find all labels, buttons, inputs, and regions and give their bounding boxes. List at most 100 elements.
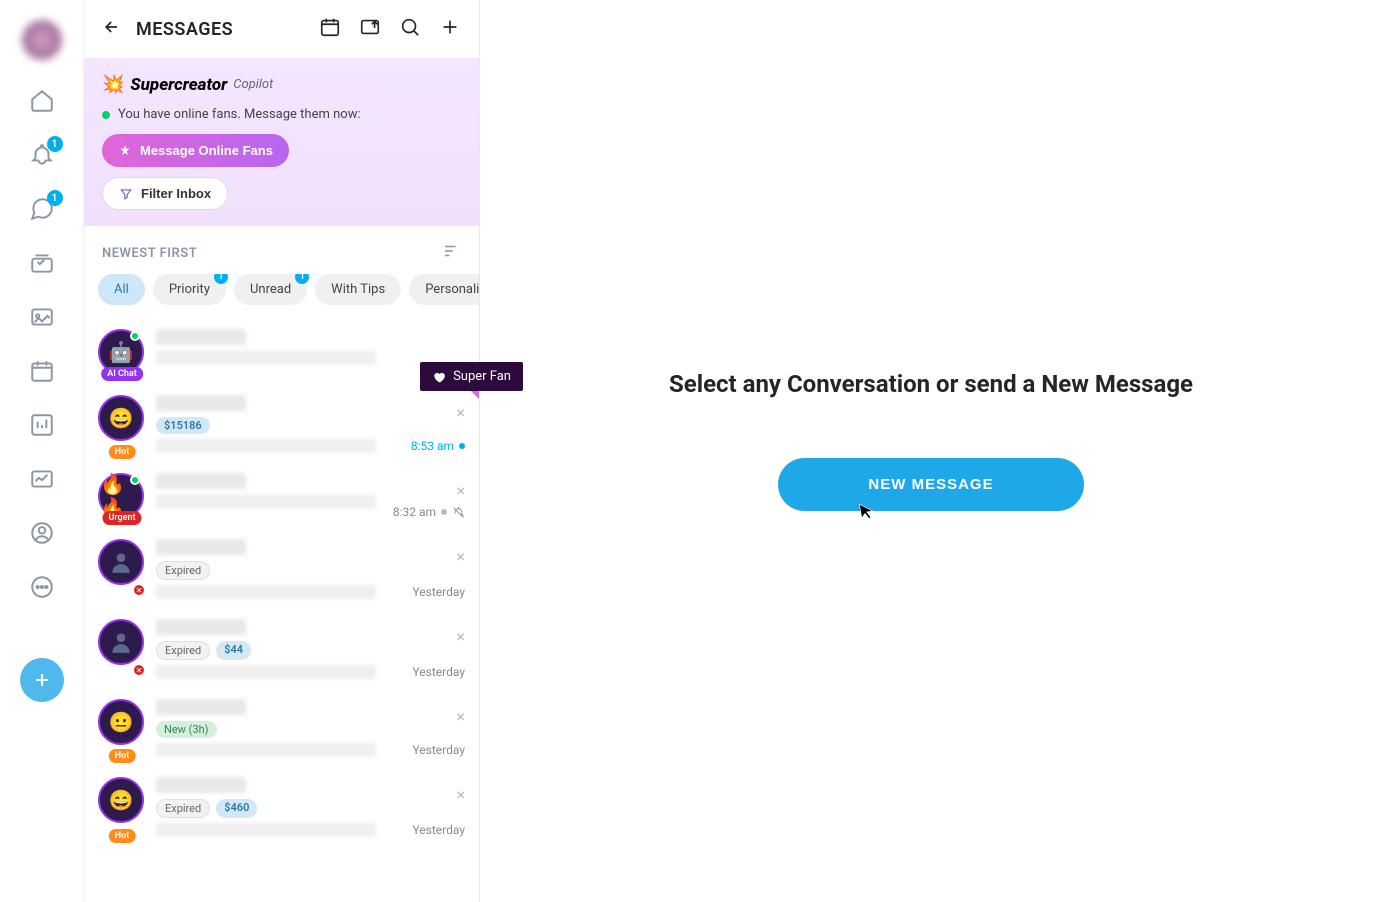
notif-badge: 1 xyxy=(47,136,63,152)
close-icon[interactable]: × xyxy=(456,403,465,422)
avatar-tag: Urgent xyxy=(102,511,141,525)
sort-icon[interactable] xyxy=(441,242,461,264)
conversation-item[interactable]: 😄Hot Expired $460 × Yesterday xyxy=(84,767,479,847)
new-tag: New (3h) xyxy=(156,721,217,738)
convo-time: Yesterday xyxy=(412,823,465,837)
sort-label: NEWEST FIRST xyxy=(102,246,197,261)
convo-time: Yesterday xyxy=(412,665,465,679)
convo-preview-redacted xyxy=(156,585,376,599)
convo-preview-redacted xyxy=(156,823,376,837)
calendar-schedule-icon[interactable] xyxy=(319,16,341,42)
spark-icon: 💥 xyxy=(102,74,124,95)
convo-name-redacted xyxy=(156,619,246,635)
status-tag: Expired xyxy=(156,799,210,818)
account-icon[interactable] xyxy=(29,520,55,546)
profile-avatar[interactable] xyxy=(22,20,62,60)
convo-time: 8:53 am xyxy=(411,439,465,453)
filter-chip[interactable]: Personali xyxy=(409,274,479,305)
avatar-x-icon: ✕ xyxy=(132,663,146,677)
unread-dot-icon xyxy=(459,443,465,449)
back-arrow-icon[interactable] xyxy=(102,17,122,41)
avatar-tag: Hot xyxy=(109,445,136,459)
convo-preview-redacted xyxy=(156,495,376,509)
left-nav-rail: 1 1 xyxy=(0,0,84,902)
close-icon[interactable]: × xyxy=(456,481,465,500)
filter-chips: All Priority1 Unread1 With Tips Personali xyxy=(84,274,479,319)
messages-header: MESSAGES xyxy=(84,0,479,58)
collections-icon[interactable] xyxy=(29,250,55,276)
avatar: 🔥🔥Urgent xyxy=(98,473,146,519)
online-dot-icon xyxy=(102,111,110,119)
home-icon[interactable] xyxy=(29,88,55,114)
chip-badge: 1 xyxy=(295,274,309,284)
dot-icon xyxy=(441,509,447,515)
avatar: 😐Hot xyxy=(98,699,146,757)
conversation-item[interactable]: ✕ Expired $44 × Yesterday xyxy=(84,609,479,689)
vault-icon[interactable] xyxy=(29,304,55,330)
close-icon[interactable]: × xyxy=(456,707,465,726)
copilot-brand: Supercreator xyxy=(130,75,227,95)
convo-preview-redacted xyxy=(156,439,376,453)
chip-badge: 1 xyxy=(214,274,228,284)
analytics-icon[interactable] xyxy=(29,466,55,492)
convo-time: Yesterday xyxy=(412,743,465,757)
convo-name-redacted xyxy=(156,699,246,715)
filter-chip[interactable]: Priority1 xyxy=(153,274,226,305)
online-status-line: You have online fans. Message them now: xyxy=(102,107,461,122)
close-icon[interactable]: × xyxy=(456,785,465,804)
money-tag: $44 xyxy=(216,641,251,660)
convo-preview-redacted xyxy=(156,743,376,757)
convo-name-redacted xyxy=(156,777,246,793)
avatar-tag: Hot xyxy=(109,829,136,843)
share-image-icon[interactable] xyxy=(359,16,381,42)
money-tag: $460 xyxy=(216,799,257,818)
convo-name-redacted xyxy=(156,329,246,345)
empty-state-message: Select any Conversation or send a New Me… xyxy=(669,370,1193,398)
convo-preview-redacted xyxy=(156,665,376,679)
avatar: 😄Hot xyxy=(98,395,146,453)
avatar-tag: AI Chat xyxy=(101,367,143,381)
stats-icon[interactable] xyxy=(29,412,55,438)
status-tag: Expired xyxy=(156,641,210,660)
status-tag: Expired xyxy=(156,561,210,580)
page-title: MESSAGES xyxy=(136,19,305,40)
avatar: 😄Hot xyxy=(98,777,146,837)
online-indicator xyxy=(130,475,140,485)
copilot-section: 💥 Supercreator Copilot You have online f… xyxy=(84,58,479,226)
convo-name-redacted xyxy=(156,473,246,489)
message-online-fans-button[interactable]: Message Online Fans xyxy=(102,134,289,167)
avatar-x-icon: ✕ xyxy=(132,583,146,597)
filter-chip[interactable]: Unread1 xyxy=(234,274,307,305)
filter-chip[interactable]: With Tips xyxy=(315,274,401,305)
online-indicator xyxy=(130,331,140,341)
close-icon[interactable]: × xyxy=(456,547,465,566)
avatar: ✕ xyxy=(98,619,146,679)
messages-icon[interactable]: 1 xyxy=(29,196,55,222)
compose-button[interactable] xyxy=(20,658,64,702)
calendar-icon[interactable] xyxy=(29,358,55,384)
mute-icon xyxy=(452,506,465,519)
message-online-label: Message Online Fans xyxy=(140,143,273,158)
conversation-item[interactable]: 🔥🔥Urgent × 8:32 am xyxy=(84,463,479,529)
more-icon[interactable] xyxy=(29,574,55,600)
close-icon[interactable]: × xyxy=(456,627,465,646)
money-tag: $15186 xyxy=(156,417,210,434)
avatar: 🤖AI Chat xyxy=(98,329,146,375)
filter-chip[interactable]: All xyxy=(98,274,145,305)
convo-time: 8:32 am xyxy=(393,505,465,519)
search-icon[interactable] xyxy=(399,16,421,42)
new-message-button[interactable]: NEW MESSAGE xyxy=(778,458,1083,511)
notifications-icon[interactable]: 1 xyxy=(29,142,55,168)
conversation-item[interactable]: ✕ Expired × Yesterday xyxy=(84,529,479,609)
plus-icon[interactable] xyxy=(439,16,461,42)
online-text: You have online fans. Message them now: xyxy=(118,107,361,122)
main-content: Select any Conversation or send a New Me… xyxy=(480,0,1382,902)
avatar-tag: Hot xyxy=(109,749,136,763)
conversation-item[interactable]: 😐Hot New (3h) × Yesterday xyxy=(84,689,479,767)
filter-inbox-button[interactable]: Filter Inbox xyxy=(102,177,228,210)
convo-name-redacted xyxy=(156,539,246,555)
convo-preview-redacted xyxy=(156,351,376,365)
superfan-text: Super Fan xyxy=(453,369,511,384)
conversation-item[interactable]: 😄Hot $15186 × 8:53 am xyxy=(84,385,479,463)
convo-time: Yesterday xyxy=(412,585,465,599)
